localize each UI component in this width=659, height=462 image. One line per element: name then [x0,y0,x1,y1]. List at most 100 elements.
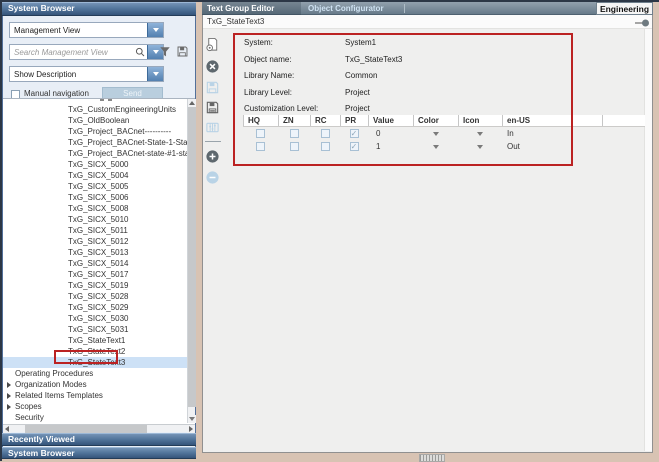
remove-row-icon[interactable] [205,170,221,186]
delete-icon[interactable] [205,59,221,75]
tree-item-label: TxG_SICX_5005 [68,182,128,191]
vertical-scrollbar-thumb[interactable] [188,107,196,407]
tree-item[interactable]: Security [3,412,195,423]
tree-item[interactable]: TxG_SICX_5029 [3,302,195,313]
tab-separator [404,4,405,13]
chevron-down-icon[interactable] [147,67,163,81]
system-browser-bar[interactable]: System Browser [2,447,196,459]
tree-item[interactable]: TxG_SICX_5000 [3,159,195,170]
tree-item[interactable]: TxG_SICX_5028 [3,291,195,302]
tree-item-label: TxG_CustomEngineeringUnits [68,105,176,114]
tree-item[interactable]: TxG_SICX_5008 [3,203,195,214]
tree-item[interactable]: TxG_SICX_5005 [3,181,195,192]
tree-item-label: TxG_SICX_5031 [68,325,128,334]
scroll-down-icon[interactable] [188,415,196,423]
tree-horizontal-scrollbar[interactable] [3,424,195,432]
filter-icon[interactable] [159,46,171,58]
view-dropdown[interactable]: Management View [9,22,164,38]
search-box[interactable] [9,44,164,60]
expand-arrow-icon[interactable] [7,393,11,399]
object-title: TxG_StateText3 [207,17,264,26]
pin-icon[interactable] [635,19,650,27]
tree-item-label: TxG_SICX_5010 [68,215,128,224]
tree-item[interactable]: Scopes [3,401,195,412]
expand-arrow-icon[interactable] [7,382,11,388]
expand-arrow-icon[interactable] [7,404,11,410]
tree-item-label: Security [15,413,44,422]
search-icon[interactable] [133,47,147,57]
annotation-rect-tree [54,350,118,364]
tree-item[interactable]: TxG_SICX_5010 [3,214,195,225]
save-as-icon[interactable] [205,100,221,116]
editor-scrollbar-track[interactable] [644,29,652,451]
new-text-group-icon[interactable] [205,37,221,53]
tree-item-label: TxG_SICX_5019 [68,281,128,290]
tree-item[interactable]: TxG_SICX_5017 [3,269,195,280]
tree-item[interactable]: TxG_StateText1 [3,335,195,346]
tree-item[interactable]: TxG_CustomEngineeringUnits [3,104,195,115]
save-search-icon[interactable] [176,45,189,58]
system-browser-header[interactable]: System Browser [2,2,196,16]
search-input[interactable] [10,48,133,57]
engineering-mode-tab[interactable]: Engineering [596,2,653,15]
tree-item[interactable]: TxG_SICX_5006 [3,192,195,203]
horizontal-scrollbar-thumb[interactable] [25,425,147,433]
tree-item-label: TxG_SICX_5028 [68,292,128,301]
tree-item[interactable]: TxG_SICX_5019 [3,280,195,291]
tree-item[interactable]: TxG_OldBoolean [3,115,195,126]
tree-item[interactable]: TxG_SICX_5030 [3,313,195,324]
tree-item[interactable]: TxG_SICX_5013 [3,247,195,258]
tree-item[interactable]: Related Items Templates [3,390,195,401]
recently-viewed-bar[interactable]: Recently Viewed [2,433,196,446]
tree-item[interactable]: TxG_Project_BACnet-State-1-State-2 [3,137,195,148]
tree-item-label: TxG_SICX_5008 [68,204,128,213]
chevron-down-icon[interactable] [147,23,163,37]
tree-item-label: Operating Procedures [15,369,93,378]
toolbar-separator [205,141,221,142]
window-resize-grip[interactable] [419,454,445,462]
tree: TxG_CustomEngineeringUnits TxG_OldBoolean… [3,98,195,424]
tree-item[interactable]: TxG_SICX_5004 [3,170,195,181]
tree-item-label: TxG_Project_BACnet---------- [68,127,171,136]
save-icon[interactable] [205,80,221,96]
tree-item[interactable]: TxG_SICX_5014 [3,258,195,269]
system-browser-header-title: System Browser [8,3,75,13]
tree-item-label: TxG_SICX_5006 [68,193,128,202]
tree-item-label: TxG_OldBoolean [68,116,129,125]
tree-item-label: Organization Modes [15,380,87,389]
tree-item-label: TxG_Project_BACnet-state-#1-state-# [68,149,195,158]
tab-object-configurator[interactable]: Object Configurator [308,2,384,15]
tree-item-label: TxG_SICX_5004 [68,171,128,180]
view-dropdown-value: Management View [10,26,147,35]
customize-columns-icon[interactable] [205,120,221,136]
tree-item-label: TxG_SICX_5013 [68,248,128,257]
scroll-left-icon[interactable] [3,425,11,433]
tree-item[interactable]: TxG_SICX_5031 [3,324,195,335]
tree-item-label: TxG_StateText1 [68,336,125,345]
scroll-up-icon[interactable] [188,99,196,107]
tree-item[interactable]: TxG_Project_BACnet-state-#1-state-# [3,148,195,159]
manual-navigation-label: Manual navigation [24,89,89,98]
description-dropdown-value: Show Description [10,70,147,79]
scroll-right-icon[interactable] [187,425,195,433]
tree-item-label: TxG_SICX_5000 [68,160,128,169]
tree-item-label: TxG_SICX_5017 [68,270,128,279]
tree-vertical-scrollbar[interactable] [187,99,195,423]
column-header-empty [602,115,645,126]
add-row-icon[interactable] [205,149,221,165]
cell-empty [602,127,645,140]
tree-item-label: TxG_SICX_5030 [68,314,128,323]
tree-item[interactable]: TxG_SICX_5012 [3,236,195,247]
tree-item[interactable]: TxG_SICX_5011 [3,225,195,236]
tree-item-label: TxG_SICX_5029 [68,303,128,312]
annotation-rect-form [233,33,573,166]
tree-item[interactable]: Organization Modes [3,379,195,390]
object-title-bar: TxG_StateText3 [203,15,652,29]
tab-text-group-editor-label[interactable]: Text Group Editor [207,2,274,15]
tree-item[interactable]: TxG_Project_BACnet---------- [3,126,195,137]
clipped-tree-item [100,99,116,101]
tree-item-label: TxG_SICX_5014 [68,259,128,268]
tree-item[interactable]: Operating Procedures [3,368,195,379]
description-dropdown[interactable]: Show Description [9,66,164,82]
system-browser-bar-label: System Browser [8,448,75,458]
